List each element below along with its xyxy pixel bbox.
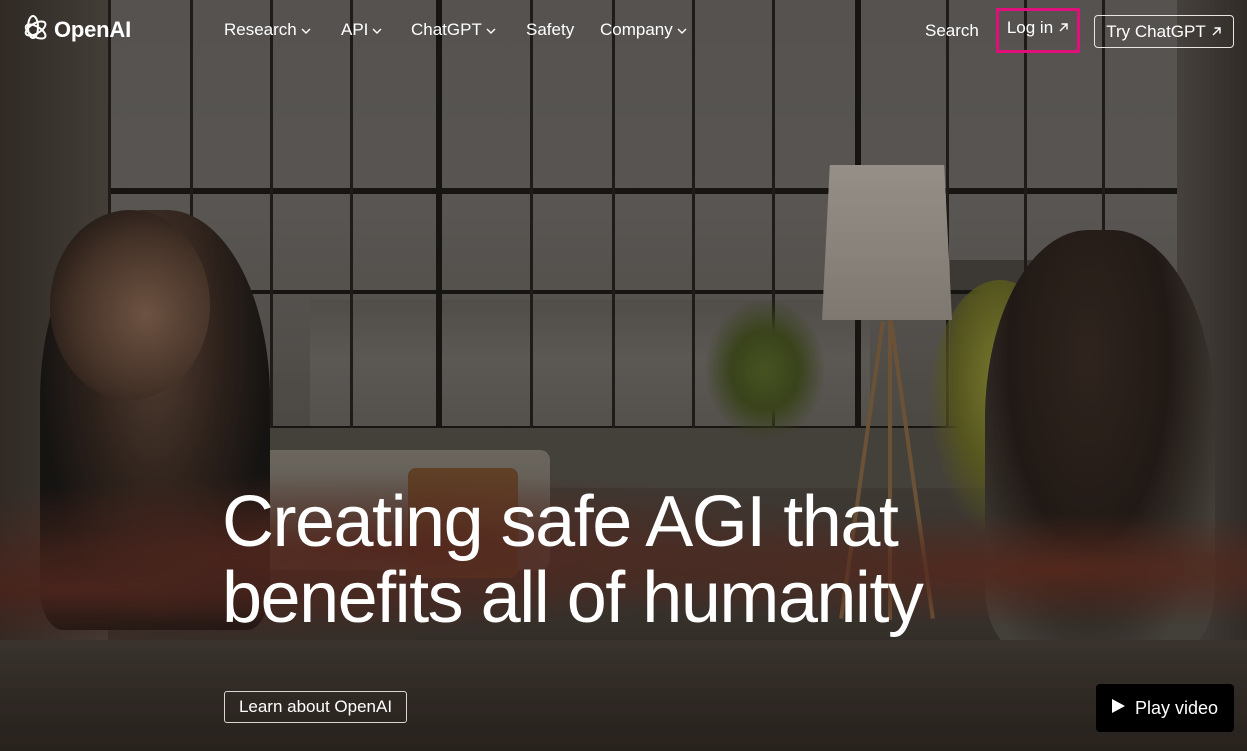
openai-logo-link[interactable]: OpenAI <box>17 14 131 46</box>
arrow-up-right-icon <box>1059 23 1068 32</box>
chevron-down-icon <box>677 28 687 34</box>
login-label: Log in <box>1006 17 1054 37</box>
nav-chatgpt-label: ChatGPT <box>411 20 482 39</box>
login-button[interactable]: Log in <box>996 8 1080 53</box>
nav-research[interactable]: Research <box>224 20 311 40</box>
nav-safety[interactable]: Safety <box>526 20 574 40</box>
learn-about-openai-button[interactable]: Learn about OpenAI <box>224 691 407 723</box>
play-icon <box>1111 699 1125 713</box>
nav-company[interactable]: Company <box>600 20 687 40</box>
nav-chatgpt[interactable]: ChatGPT <box>411 20 496 40</box>
search-button[interactable]: Search <box>925 21 979 41</box>
nav-api[interactable]: API <box>341 20 382 40</box>
top-navigation: OpenAI Research API ChatGPT Safety Compa… <box>0 0 1247 64</box>
nav-safety-label: Safety <box>526 20 575 39</box>
hero-title: Creating safe AGI that benefits all of h… <box>222 484 1022 636</box>
hero-title-line-1: Creating safe AGI that <box>222 482 899 562</box>
chevron-down-icon <box>372 28 382 34</box>
nav-company-label: Company <box>600 20 673 39</box>
play-video-label: Play video <box>1134 697 1219 718</box>
brand-name: OpenAI <box>54 17 132 42</box>
try-chatgpt-button[interactable]: Try ChatGPT <box>1094 15 1234 48</box>
play-video-button[interactable]: Play video <box>1096 684 1234 732</box>
chevron-down-icon <box>301 28 311 34</box>
try-chatgpt-label: Try ChatGPT <box>1106 21 1206 41</box>
chevron-down-icon <box>486 28 496 34</box>
arrow-up-right-icon <box>1212 27 1221 36</box>
nav-research-label: Research <box>224 20 297 39</box>
openai-blossom-icon <box>24 15 47 40</box>
nav-api-label: API <box>341 20 369 39</box>
learn-about-openai-label: Learn about OpenAI <box>238 697 393 716</box>
dark-overlay <box>0 0 1247 751</box>
hero-title-line-2: benefits all of humanity <box>222 558 924 638</box>
hero-background-image <box>0 0 1247 751</box>
